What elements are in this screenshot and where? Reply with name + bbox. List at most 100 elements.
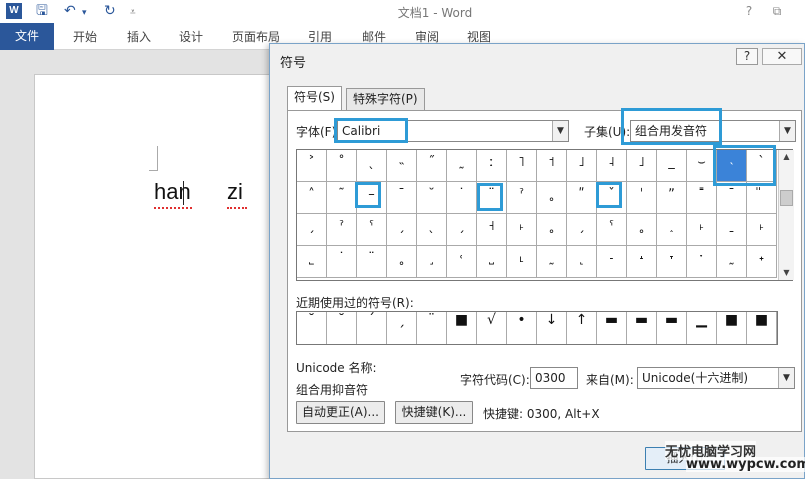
tab-file[interactable]: 文件 — [0, 23, 54, 50]
customize-qat-icon[interactable]: ⩡ — [130, 4, 136, 22]
symbol-cell[interactable]: ˽ — [477, 246, 507, 278]
symbol-cell[interactable]: ̎ — [747, 182, 777, 214]
recent-symbol[interactable]: ■ — [747, 312, 777, 344]
symbol-cell[interactable]: ˳ — [627, 214, 657, 246]
symbol-cell[interactable]: ˁ — [597, 214, 627, 246]
chevron-down-icon[interactable]: ▼ — [778, 368, 794, 388]
symbol-cell[interactable]: ˳ — [537, 214, 567, 246]
undo-dropdown-icon[interactable]: ▾ — [82, 4, 87, 22]
symbol-cell[interactable]: ˾ — [297, 246, 327, 278]
symbol-cell[interactable]: ˜ — [327, 182, 357, 214]
undo-icon[interactable]: ↶ — [64, 2, 76, 20]
symbol-cell[interactable]: ˨ — [597, 150, 627, 182]
symbol-cell[interactable]: ˙ — [327, 246, 357, 278]
symbol-cell[interactable]: ˕ — [657, 246, 687, 278]
symbol-cell[interactable]: ˖ — [747, 246, 777, 278]
dialog-help-button[interactable]: ? — [736, 48, 758, 65]
symbol-cell[interactable]: ˰ — [657, 214, 687, 246]
symbol-cell[interactable]: ˀ — [507, 182, 537, 214]
symbol-cell[interactable]: ˩ — [567, 150, 597, 182]
recent-symbol[interactable]: ▁ — [687, 312, 717, 344]
char-code-input[interactable]: 0300 — [530, 367, 578, 389]
document-page[interactable]: han zi — [34, 74, 284, 479]
tab-symbols[interactable]: 符号(S) — [287, 86, 342, 111]
symbol-cell[interactable]: ˗ — [597, 246, 627, 278]
symbol-cell[interactable]: ˻ — [567, 246, 597, 278]
scroll-down-icon[interactable]: ▼ — [779, 266, 794, 280]
tab-insert[interactable]: 插入 — [127, 27, 151, 47]
chevron-down-icon[interactable]: ▼ — [779, 121, 795, 141]
symbol-cell[interactable]: ˉ — [717, 182, 747, 214]
symbol-cell[interactable]: ˦ — [537, 150, 567, 182]
document-text-zi[interactable]: zi — [227, 179, 243, 205]
symbol-cell[interactable]: ː — [477, 150, 507, 182]
symbol-cell[interactable]: ˁ — [357, 214, 387, 246]
symbol-cell[interactable]: ˏ — [567, 214, 597, 246]
scroll-up-icon[interactable]: ▲ — [779, 150, 794, 164]
recent-symbol[interactable]: ■ — [447, 312, 477, 344]
help-button[interactable]: ? — [740, 3, 758, 19]
symbol-cell[interactable]: ˼ — [417, 246, 447, 278]
recent-symbol[interactable]: ▬ — [657, 312, 687, 344]
symbol-grid-scrollbar[interactable]: ▲ ▼ — [778, 150, 794, 280]
recent-symbol[interactable]: ˘ — [327, 312, 357, 344]
recent-symbol[interactable]: ▬ — [597, 312, 627, 344]
symbol-cell[interactable]: ˭ — [687, 182, 717, 214]
symbol-cell[interactable]: ˮ — [657, 182, 687, 214]
symbol-cell[interactable]: ˎ — [417, 214, 447, 246]
symbol-cell[interactable]: ˘ — [417, 182, 447, 214]
tab-home[interactable]: 开始 — [73, 27, 97, 47]
symbol-cell[interactable]: ˀ — [327, 214, 357, 246]
symbol-cell[interactable]: ˧ — [477, 214, 507, 246]
recent-symbol[interactable]: ■ — [717, 312, 747, 344]
dialog-close-button[interactable]: ✕ — [762, 48, 802, 65]
symbol-cell[interactable]: ¨ — [357, 246, 387, 278]
symbol-cell[interactable]: ˥ — [507, 150, 537, 182]
symbol-cell[interactable]: ˷ — [447, 150, 477, 182]
recent-symbol[interactable]: ˊ — [357, 312, 387, 344]
tab-special-characters[interactable]: 特殊字符(P) — [346, 88, 425, 110]
ribbon-display-options-icon[interactable]: ⧉ — [768, 3, 786, 19]
symbol-cell[interactable]: ˝ — [417, 150, 447, 182]
symbol-cell[interactable]: ˚ — [327, 150, 357, 182]
recent-symbols-list[interactable]: ˘ ˘ ˊ ˏ ¨ ■ √ • ↓ ↑ ▬ ▬ ▬ ▁ ■ ■ — [296, 311, 778, 345]
symbol-cell[interactable]: ˪ — [507, 246, 537, 278]
symbol-cell[interactable]: ˑ — [687, 246, 717, 278]
symbol-cell[interactable]: ˏ — [297, 214, 327, 246]
scroll-thumb[interactable] — [780, 190, 793, 206]
symbol-cell[interactable]: ˙ — [447, 182, 477, 214]
recent-symbol[interactable]: ˏ — [387, 312, 417, 344]
chevron-down-icon[interactable]: ▼ — [552, 121, 568, 141]
symbol-cell[interactable]: ˔ — [627, 246, 657, 278]
symbol-cell[interactable]: ˏ — [447, 214, 477, 246]
recent-symbol[interactable]: ↓ — [537, 312, 567, 344]
recent-symbol[interactable]: ¨ — [417, 312, 447, 344]
symbol-cell[interactable]: ˩ — [627, 150, 657, 182]
symbol-cell[interactable]: ˏ — [387, 214, 417, 246]
redo-icon[interactable]: ↻ — [104, 2, 116, 20]
symbol-cell[interactable]: ˓ — [447, 246, 477, 278]
tab-design[interactable]: 设计 — [179, 27, 203, 47]
symbol-cell[interactable]: ʺ — [567, 182, 597, 214]
recent-symbol[interactable]: • — [507, 312, 537, 344]
symbol-cell[interactable]: ¯ — [387, 182, 417, 214]
symbol-cell[interactable]: ˫ — [507, 214, 537, 246]
shortcut-key-button[interactable]: 快捷键(K)... — [395, 401, 473, 424]
symbol-cell[interactable]: ˈ — [627, 182, 657, 214]
symbol-cell[interactable]: ˳ — [537, 182, 567, 214]
symbol-cell[interactable]: ˫ — [747, 214, 777, 246]
symbol-cell[interactable]: ˳ — [387, 246, 417, 278]
recent-symbol[interactable]: ▬ — [627, 312, 657, 344]
symbol-cell[interactable]: ˍ — [717, 214, 747, 246]
symbol-cell[interactable]: ˎ — [357, 150, 387, 182]
recent-symbol[interactable]: ˘ — [297, 312, 327, 344]
recent-symbol[interactable]: ↑ — [567, 312, 597, 344]
symbol-cell[interactable]: _ — [657, 150, 687, 182]
recent-symbol[interactable]: √ — [477, 312, 507, 344]
symbol-cell[interactable]: ˫ — [687, 214, 717, 246]
symbol-cell[interactable]: ˷ — [717, 246, 747, 278]
document-text-han[interactable]: han — [154, 179, 191, 205]
autocorrect-button[interactable]: 自动更正(A)... — [296, 401, 385, 424]
symbol-cell[interactable]: ˄ — [297, 182, 327, 214]
from-select[interactable]: Unicode(十六进制) ▼ — [637, 367, 795, 389]
